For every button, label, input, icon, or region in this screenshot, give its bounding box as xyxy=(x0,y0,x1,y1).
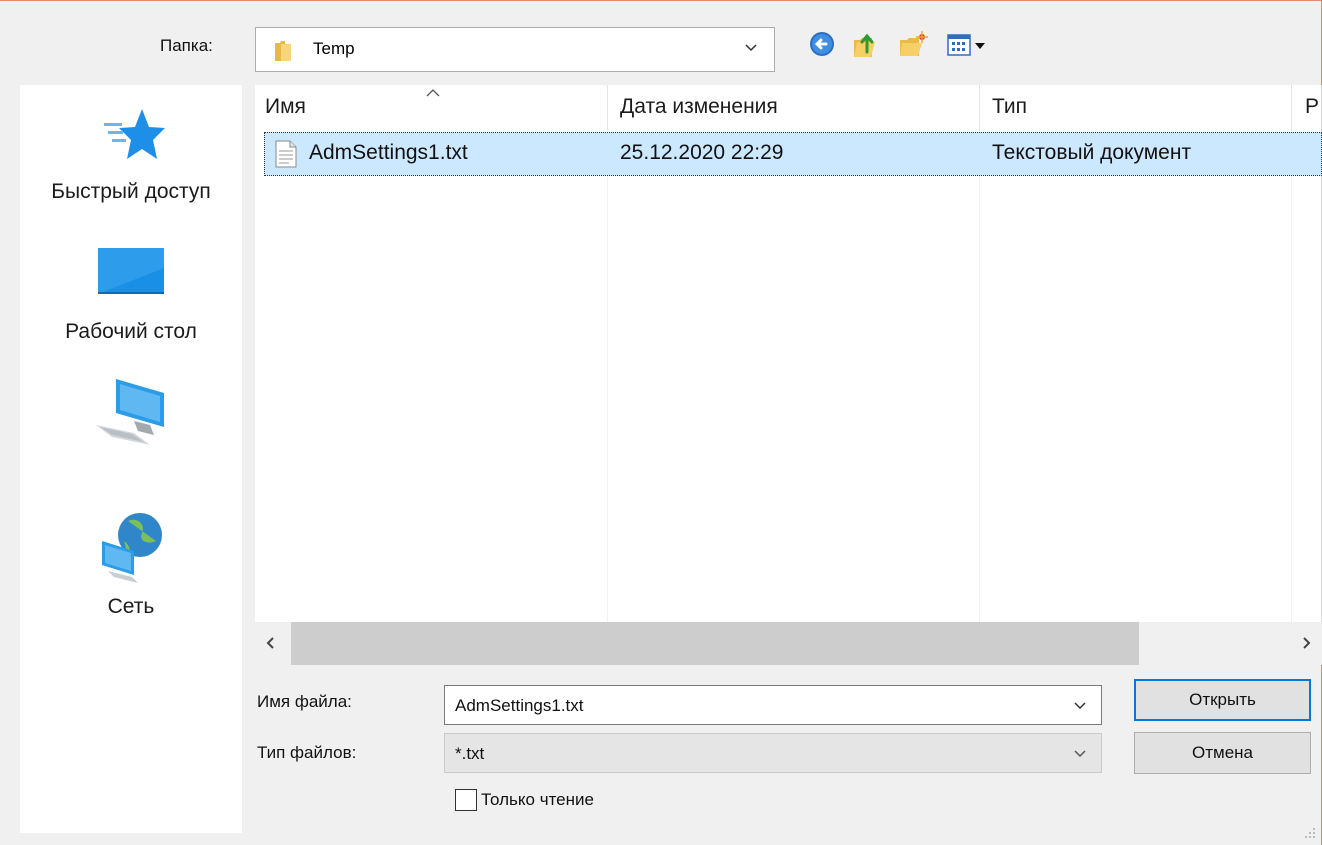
column-header-date[interactable]: Дата изменения xyxy=(610,85,980,130)
column-header-label: Р xyxy=(1305,95,1320,118)
column-header-label: Тип xyxy=(992,95,1028,118)
new-folder-icon[interactable] xyxy=(897,30,929,60)
chevron-down-icon[interactable] xyxy=(744,40,758,54)
filename-value[interactable]: AdmSettings1.txt xyxy=(455,696,584,716)
column-gridline xyxy=(1291,130,1292,622)
table-row[interactable]: AdmSettings1.txt 25.12.2020 22:29 Тексто… xyxy=(264,132,1322,176)
folder-label: Папка: xyxy=(160,36,213,55)
column-header-label: Дата изменения xyxy=(620,95,778,118)
filetype-value: *.txt xyxy=(455,744,485,763)
column-gridline xyxy=(607,130,608,622)
place-quick-access[interactable]: Быстрый доступ xyxy=(20,85,242,235)
resize-grip-icon[interactable] xyxy=(1302,825,1316,839)
column-divider[interactable] xyxy=(979,85,980,130)
filetype-label: Тип файлов: xyxy=(257,743,357,762)
filetype-combobox[interactable]: *.txt xyxy=(444,733,1102,773)
back-icon[interactable] xyxy=(808,30,836,58)
column-header-label: Имя xyxy=(265,95,306,118)
view-menu-icon[interactable] xyxy=(946,30,1002,60)
folder-value: Temp xyxy=(313,39,355,58)
text-file-icon xyxy=(275,140,297,168)
chevron-down-icon[interactable] xyxy=(1073,746,1087,760)
file-list[interactable]: Имя Дата изменения Тип Р AdmSettings1.tx… xyxy=(255,85,1322,665)
horizontal-scrollbar[interactable] xyxy=(255,622,1322,665)
column-header-name[interactable]: Имя xyxy=(255,85,607,130)
readonly-label[interactable]: Только чтение xyxy=(481,790,594,810)
quick-access-star-icon xyxy=(104,109,165,159)
place-label: Сеть xyxy=(107,595,155,618)
scroll-right-icon[interactable] xyxy=(1296,633,1316,653)
place-desktop[interactable]: Рабочий стол xyxy=(20,235,242,365)
filename-label: Имя файла: xyxy=(257,692,352,711)
column-divider[interactable] xyxy=(1291,85,1292,130)
filename-combobox[interactable]: AdmSettings1.txt xyxy=(444,685,1102,725)
place-this-pc[interactable] xyxy=(20,365,242,505)
up-folder-icon[interactable] xyxy=(851,30,881,60)
network-icon xyxy=(102,513,162,583)
column-header-type[interactable]: Тип xyxy=(982,85,1292,130)
cancel-button[interactable]: Отмена xyxy=(1134,732,1311,774)
folder-dropdown[interactable]: Temp xyxy=(255,27,775,72)
file-name: AdmSettings1.txt xyxy=(309,141,468,164)
place-label: Быстрый доступ xyxy=(51,180,211,203)
place-network[interactable]: Сеть xyxy=(20,505,242,635)
folder-icon xyxy=(275,41,291,61)
scrollbar-thumb[interactable] xyxy=(291,622,1139,665)
sort-ascending-icon xyxy=(426,89,440,97)
place-label: Рабочий стол xyxy=(65,320,197,343)
readonly-checkbox[interactable] xyxy=(455,789,477,811)
this-pc-icon xyxy=(96,379,164,445)
file-date: 25.12.2020 22:29 xyxy=(620,141,784,164)
places-bar: Быстрый доступ Рабочий стол Сеть xyxy=(20,85,242,833)
column-header-size[interactable]: Р xyxy=(1295,85,1322,130)
desktop-icon xyxy=(98,248,164,294)
column-divider[interactable] xyxy=(607,85,608,130)
file-type: Текстовый документ xyxy=(992,141,1192,164)
scroll-left-icon[interactable] xyxy=(261,633,281,653)
column-gridline xyxy=(979,130,980,622)
chevron-down-icon[interactable] xyxy=(1073,698,1087,712)
open-button[interactable]: Открыть xyxy=(1134,679,1311,721)
window-border-top xyxy=(0,0,1322,1)
